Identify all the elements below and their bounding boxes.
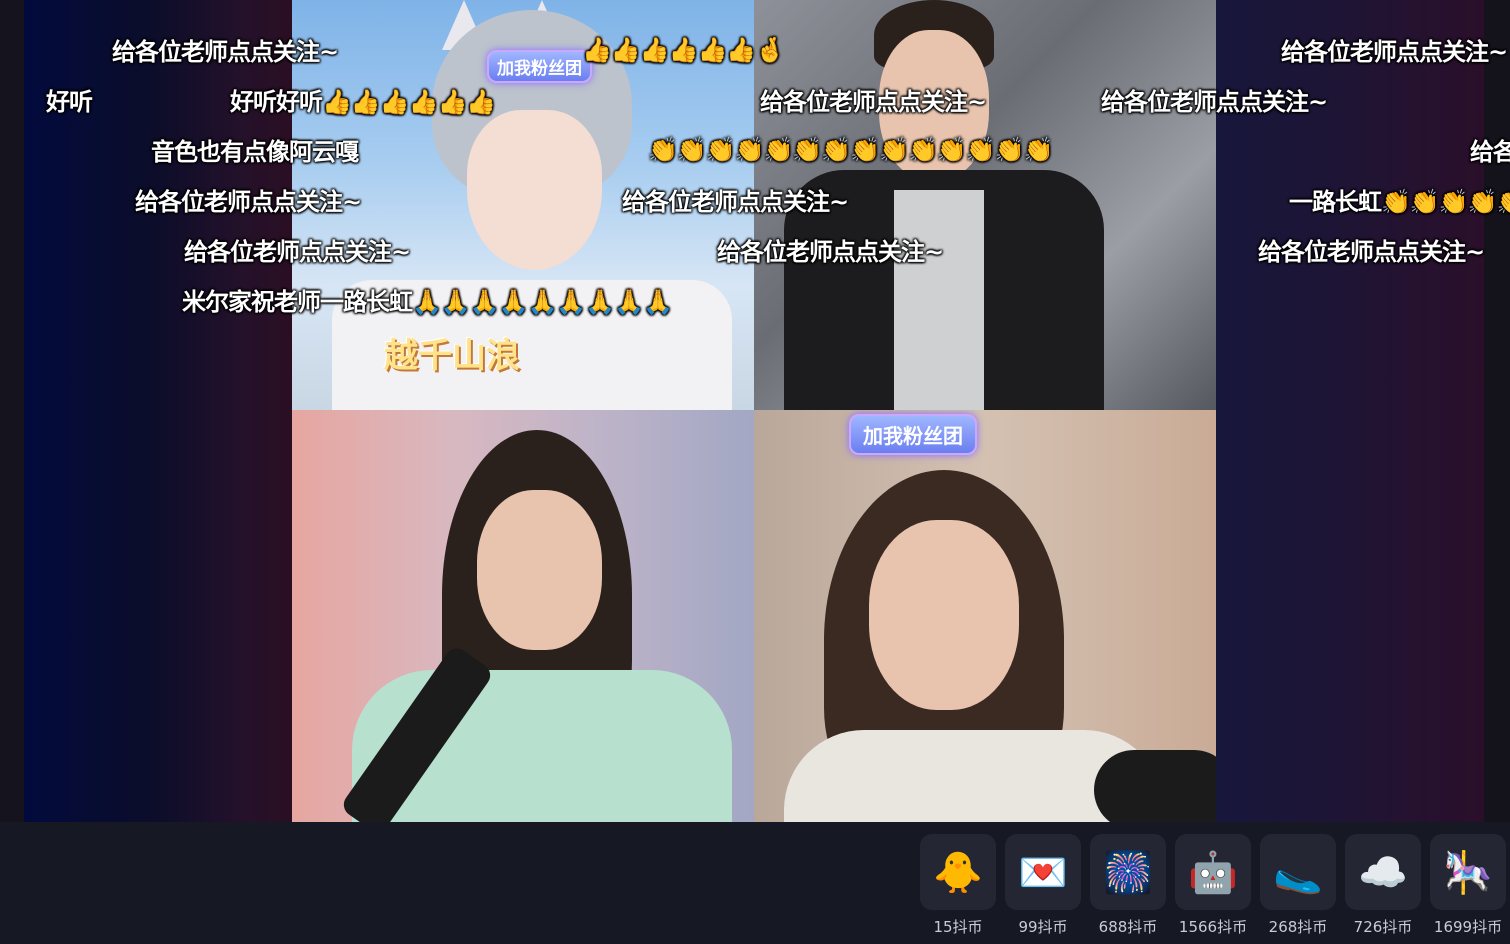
gift-item-robot[interactable]: 🤖 1566抖币	[1175, 834, 1251, 944]
video-tile-guest-female-2[interactable]: 加我粉丝团	[754, 410, 1216, 822]
danmaku-comment: 好听好听👍👍👍👍👍👍	[230, 88, 496, 116]
golden-shoes-icon: 🥿	[1260, 834, 1336, 910]
guest-sweater	[894, 190, 984, 410]
gift-item-666-fireworks[interactable]: 🎆 688抖币	[1090, 834, 1166, 944]
gift-item-golden-shoes[interactable]: 🥿 268抖币	[1260, 834, 1336, 944]
gift-price: 688抖币	[1098, 918, 1158, 936]
duck-cheer-icon: 🐥	[920, 834, 996, 910]
pink-cloud-icon: ☁️	[1345, 834, 1421, 910]
gift-price: 99抖币	[1018, 918, 1068, 936]
fan-club-badge[interactable]: 加我粉丝团	[487, 50, 592, 83]
gift-item-love-letter[interactable]: 💌 99抖币	[1005, 834, 1081, 944]
danmaku-comment: 一路长虹👏👏👏👏👏	[1289, 188, 1510, 216]
gift-item-duck[interactable]: 🐥 15抖币	[920, 834, 996, 944]
666-fireworks-icon: 🎆	[1090, 834, 1166, 910]
guest-face	[477, 490, 602, 650]
danmaku-comment: 给各位老师点点关注~	[760, 88, 987, 116]
danmaku-comment: 给各位老师点点关注~	[1281, 38, 1508, 66]
carousel-swing-icon: 🎠	[1430, 834, 1506, 910]
live-stream-stage: 加我粉丝团 越千山浪 加我粉丝团 给各位老师点点关注~ 👍👍👍👍👍👍🤞 给各位老…	[0, 0, 1510, 822]
guest-face	[869, 520, 1019, 710]
danmaku-comment: 给各	[1470, 138, 1510, 166]
gift-price: 268抖币	[1268, 918, 1328, 936]
gift-price: 15抖币	[933, 918, 983, 936]
danmaku-comment: 👍👍👍👍👍👍🤞	[582, 36, 785, 64]
gift-item-carousel[interactable]: 🎠 1699抖币	[1430, 834, 1506, 944]
avatar-name-caption: 越千山浪	[384, 336, 520, 376]
danmaku-comment: 给各位老师点点关注~	[1101, 88, 1328, 116]
avatar-face	[467, 110, 602, 270]
fan-club-badge[interactable]: 加我粉丝团	[849, 414, 977, 455]
gift-bar: 🐥 15抖币 💌 99抖币 🎆 688抖币 🤖 1566抖币 🥿 268抖币 ☁…	[0, 822, 1510, 944]
danmaku-comment: 音色也有点像阿云嘎	[151, 138, 359, 166]
love-letter-icon: 💌	[1005, 834, 1081, 910]
danmaku-comment: 给各位老师点点关注~	[184, 238, 411, 266]
stage-right-background	[1216, 0, 1484, 822]
gift-price: 1566抖币	[1178, 918, 1248, 936]
danmaku-comment: 给各位老师点点关注~	[135, 188, 362, 216]
danmaku-comment: 米尔家祝老师一路长虹🙏🙏🙏🙏🙏🙏🙏🙏🙏	[182, 288, 673, 316]
danmaku-comment: 给各位老师点点关注~	[1258, 238, 1485, 266]
danmaku-comment: 给各位老师点点关注~	[112, 38, 339, 66]
danmaku-comment: 👏👏👏👏👏👏👏👏👏👏👏👏👏👏	[648, 136, 1053, 164]
gift-item-pink-cloud[interactable]: ☁️ 726抖币	[1345, 834, 1421, 944]
danmaku-comment: 给各位老师点点关注~	[622, 188, 849, 216]
danmaku-comment: 好听	[46, 88, 93, 116]
gift-price: 726抖币	[1353, 918, 1413, 936]
stage-left-edge	[0, 0, 24, 822]
gift-price: 1699抖币	[1433, 918, 1503, 936]
danmaku-comment: 给各位老师点点关注~	[717, 238, 944, 266]
robot-mascot-icon: 🤖	[1175, 834, 1251, 910]
microphone	[1094, 750, 1216, 822]
video-tile-guest-female-1[interactable]	[292, 410, 754, 822]
stage-right-edge	[1484, 0, 1510, 822]
